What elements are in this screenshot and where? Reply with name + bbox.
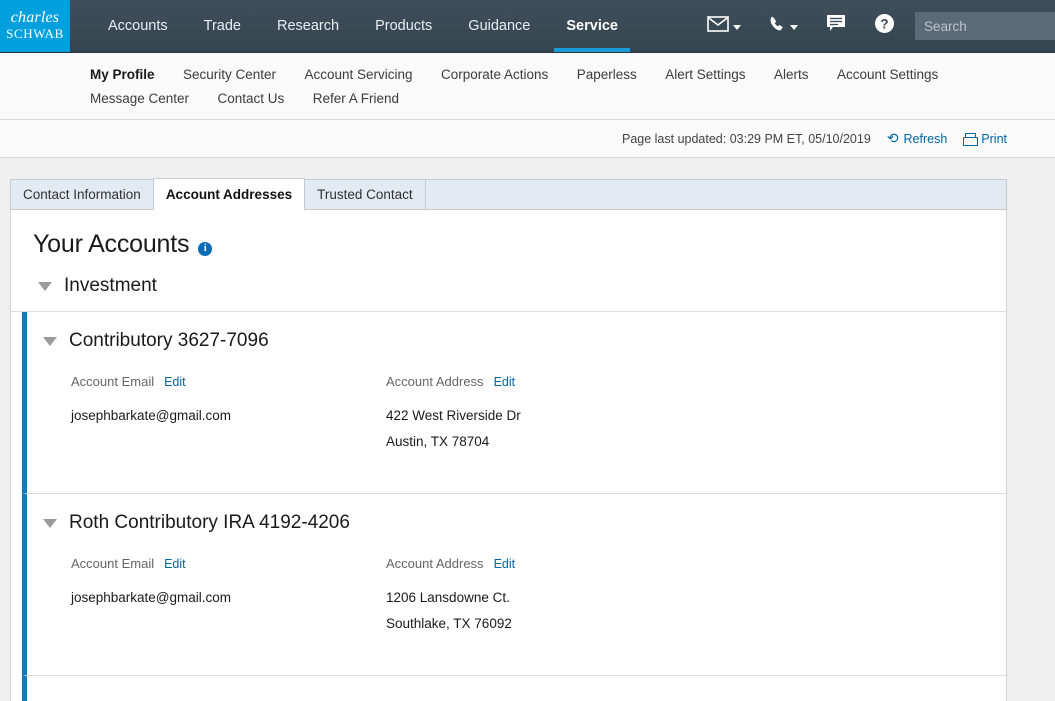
account-name: Contributory 3627-7096 xyxy=(69,330,269,351)
logo-charles-text: charles xyxy=(10,8,60,26)
page-status-bar: Page last updated: 03:29 PM ET, 05/10/20… xyxy=(0,120,1055,158)
phone-menu[interactable] xyxy=(755,15,812,38)
subnav-item-my-profile[interactable]: My Profile xyxy=(90,67,155,82)
subnav-item-contact-us[interactable]: Contact Us xyxy=(218,91,285,106)
page-title-text: Your Accounts xyxy=(33,230,190,258)
account-address-line2: Austin, TX 78704 xyxy=(386,434,490,449)
print-button[interactable]: Print xyxy=(963,132,1007,146)
last-updated-text: Page last updated: 03:29 PM ET, 05/10/20… xyxy=(621,131,871,146)
refresh-button[interactable]: ⟳ Refresh xyxy=(887,130,948,147)
chevron-down-icon xyxy=(38,281,52,291)
account-address-label: Account Address xyxy=(386,556,484,571)
account-email-label: Account Email xyxy=(71,556,155,571)
account-address-line1: 422 West Riverside Dr xyxy=(386,408,521,423)
tab-trusted-contact[interactable]: Trusted Contact xyxy=(304,179,426,209)
account-card-body: Account Email Edit josephbarkate@gmail.c… xyxy=(27,362,1006,485)
nav-item-trade[interactable]: Trade xyxy=(186,0,259,52)
profile-tabs: Contact Information Account Addresses Tr… xyxy=(10,178,1007,210)
edit-email-link[interactable]: Edit xyxy=(164,375,186,389)
refresh-icon: ⟳ xyxy=(886,130,899,146)
account-name: Roth Contributory IRA 4192-4206 xyxy=(69,512,350,533)
account-card: Roth Contributory IRA 4192-4206 Account … xyxy=(22,494,1006,676)
account-address-label: Account Address xyxy=(386,374,484,389)
account-email-label-row: Account Email Edit xyxy=(71,556,386,571)
header-utility-icons: ? xyxy=(693,0,1055,52)
account-card-header[interactable]: Roth Contributory IRA 4192-4206 xyxy=(27,494,1006,544)
account-email-label: Account Email xyxy=(71,374,155,389)
help-button[interactable]: ? xyxy=(860,13,909,39)
account-email-value: josephbarkate@gmail.com xyxy=(71,408,232,423)
account-address-field: Account Address Edit 1206 Lansdowne Ct. … xyxy=(386,556,701,637)
info-icon[interactable]: i xyxy=(198,241,213,256)
nav-item-products[interactable]: Products xyxy=(357,0,450,52)
edit-email-link[interactable]: Edit xyxy=(164,557,186,571)
subnav-item-account-settings[interactable]: Account Settings xyxy=(837,67,938,82)
account-card-header[interactable]: Contributory 3627-7096 xyxy=(27,312,1006,362)
group-header-investment[interactable]: Investment xyxy=(11,259,1006,312)
schwab-logo[interactable]: charles SCHWAB xyxy=(0,0,70,52)
chevron-down-icon xyxy=(733,25,741,30)
subnav-item-security-center[interactable]: Security Center xyxy=(183,67,276,82)
edit-address-link[interactable]: Edit xyxy=(494,557,516,571)
group-label: Investment xyxy=(64,275,157,296)
chevron-down-icon xyxy=(43,518,57,528)
account-email-label-row: Account Email Edit xyxy=(71,374,386,389)
tab-strip-filler xyxy=(424,179,1007,209)
refresh-label: Refresh xyxy=(903,131,948,146)
subnav-item-message-center[interactable]: Message Center xyxy=(90,91,189,106)
account-address-line1: 1206 Lansdowne Ct. xyxy=(386,590,510,605)
edit-address-link[interactable]: Edit xyxy=(494,375,516,389)
page-body: Contact Information Account Addresses Tr… xyxy=(0,158,1055,701)
print-label: Print xyxy=(981,131,1007,146)
secondary-navigation: My Profile Security Center Account Servi… xyxy=(0,53,1055,120)
account-card-body: Account Email Edit josephbarkate@gmail.c… xyxy=(27,544,1006,667)
top-header-bar: charles SCHWAB Accounts Trade Research P… xyxy=(0,0,1055,53)
tab-account-addresses[interactable]: Account Addresses xyxy=(152,178,306,210)
account-address-field: Account Address Edit 422 West Riverside … xyxy=(386,374,701,455)
account-addresses-panel: Your Accounts i Investment Contributory … xyxy=(10,210,1007,701)
svg-text:?: ? xyxy=(880,16,888,31)
help-icon: ? xyxy=(874,13,895,39)
account-address-label-row: Account Address Edit xyxy=(386,374,701,389)
nav-item-service[interactable]: Service xyxy=(548,0,636,52)
nav-item-research[interactable]: Research xyxy=(259,0,357,52)
printer-icon xyxy=(963,133,979,146)
account-card-partial xyxy=(22,676,1006,701)
account-email-field: Account Email Edit josephbarkate@gmail.c… xyxy=(71,374,386,455)
account-address-label-row: Account Address Edit xyxy=(386,556,701,571)
chevron-down-icon xyxy=(43,336,57,346)
account-email-value: josephbarkate@gmail.com xyxy=(71,590,232,605)
account-email-field: Account Email Edit josephbarkate@gmail.c… xyxy=(71,556,386,637)
subnav-item-alerts[interactable]: Alerts xyxy=(774,67,809,82)
subnav-item-account-servicing[interactable]: Account Servicing xyxy=(304,67,412,82)
account-card: Contributory 3627-7096 Account Email Edi… xyxy=(22,312,1006,494)
nav-item-accounts[interactable]: Accounts xyxy=(90,0,186,52)
tab-contact-information[interactable]: Contact Information xyxy=(10,179,154,209)
subnav-item-alert-settings[interactable]: Alert Settings xyxy=(665,67,745,82)
chat-button[interactable] xyxy=(812,14,860,38)
nav-item-guidance[interactable]: Guidance xyxy=(450,0,548,52)
chat-icon xyxy=(826,14,846,38)
phone-icon xyxy=(769,15,786,38)
subnav-item-corporate-actions[interactable]: Corporate Actions xyxy=(441,67,548,82)
account-address-line2: Southlake, TX 76092 xyxy=(386,616,512,631)
subnav-item-refer-a-friend[interactable]: Refer A Friend xyxy=(313,91,399,106)
envelope-icon xyxy=(707,15,729,37)
chevron-down-icon xyxy=(790,25,798,30)
page-title: Your Accounts i xyxy=(11,210,1006,259)
logo-schwab-text: SCHWAB xyxy=(6,25,64,41)
search-input[interactable] xyxy=(915,12,1055,40)
envelope-menu[interactable] xyxy=(693,15,755,37)
subnav-item-paperless[interactable]: Paperless xyxy=(577,67,637,82)
primary-navigation: Accounts Trade Research Products Guidanc… xyxy=(70,0,636,52)
